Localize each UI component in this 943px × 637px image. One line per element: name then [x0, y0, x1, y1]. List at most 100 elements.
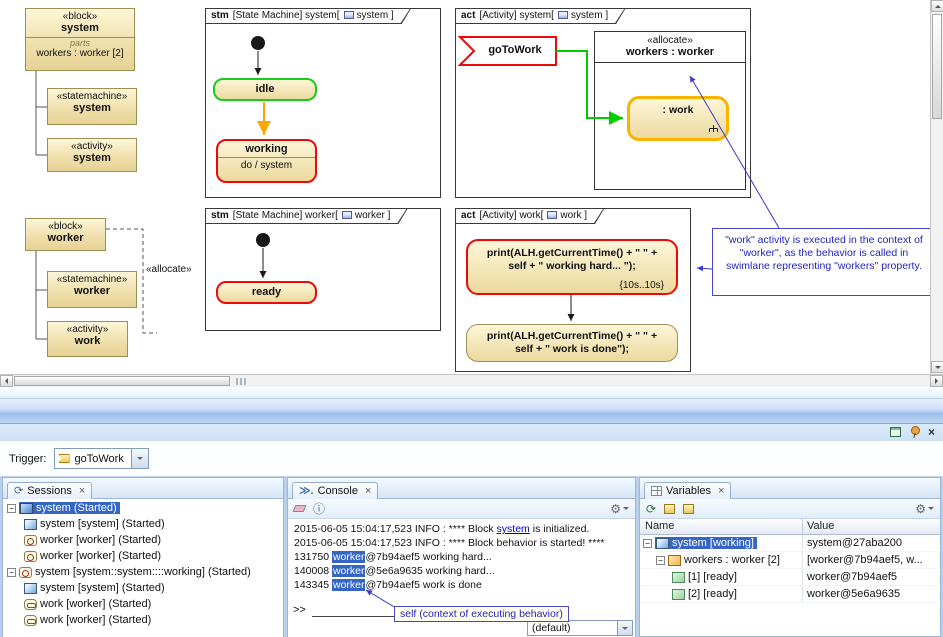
swimlane-header: «allocate» workers : worker [595, 32, 745, 63]
comment-note[interactable]: "work" activity is executed in the conte… [712, 228, 936, 296]
close-tab-icon[interactable]: × [79, 486, 85, 496]
trigger-row: Trigger: goToWork [0, 441, 943, 477]
canvas-vertical-scrollbar[interactable] [930, 0, 943, 374]
allocate-dependency-label: «allocate» [146, 264, 192, 275]
state-idle[interactable]: idle [213, 78, 317, 101]
session-item[interactable]: system (Started) [3, 500, 283, 516]
simulation-pane-header [0, 399, 943, 424]
console-icon: ≫. [299, 486, 314, 496]
session-item[interactable]: work [worker] (Started) [3, 612, 283, 628]
tree-expander[interactable] [7, 504, 16, 513]
refresh-icon[interactable]: ⟳ [646, 503, 656, 515]
import-icon[interactable] [683, 504, 694, 514]
column-name[interactable]: Name [640, 519, 803, 534]
up-arrow-icon [935, 2, 941, 8]
tab-console[interactable]: ≫. Console × [292, 482, 378, 499]
right-arrow-icon [935, 378, 941, 384]
variable-row[interactable]: workers : worker [2] [worker@7b94aef5, w… [640, 552, 940, 569]
stm-system-frame-tab: stm[State Machine] system[system ] [206, 9, 411, 24]
session-item[interactable]: system [system::system::::working] (Star… [3, 564, 283, 580]
scroll-up-button[interactable] [931, 0, 943, 12]
chevron-down-icon [928, 507, 934, 513]
column-value[interactable]: Value [803, 519, 940, 534]
pin-icon[interactable] [909, 426, 920, 438]
block-system-shape[interactable]: «block» system parts workers : worker [2… [25, 8, 135, 71]
activity-system-shape[interactable]: «activity» system [47, 138, 137, 172]
engine-dropdown-button[interactable] [617, 621, 632, 635]
parts-compartment: parts workers : worker [2] [26, 37, 134, 59]
log-line: 143345 worker@7b94aef5 work is done [294, 578, 629, 592]
self-tooltip: self (context of executing behavior) [394, 606, 569, 622]
prompt-label: >> [293, 604, 306, 616]
splitter-grip[interactable] [236, 378, 246, 385]
tree-expander[interactable] [656, 556, 665, 565]
variable-row[interactable]: [1] [ready] worker@7b94aef5 [640, 569, 940, 586]
info-icon[interactable]: ⓘ [313, 503, 325, 515]
accept-event-gotowork[interactable]: goToWork [474, 44, 556, 56]
chevron-down-icon [622, 627, 628, 633]
session-item[interactable]: work [worker] (Started) [3, 596, 283, 612]
tree-expander[interactable] [643, 539, 652, 548]
trigger-dropdown-button[interactable] [131, 449, 148, 468]
variable-row[interactable]: system [working] system@27aba200 [640, 535, 940, 552]
rake-icon [708, 124, 719, 133]
statemachine-icon [24, 535, 37, 546]
block-system-name: system [26, 22, 134, 34]
instance-icon [672, 589, 685, 600]
console-menu-button[interactable]: ⚙ [610, 503, 629, 515]
statemachine-diagram-icon [344, 11, 354, 19]
selected-text: worker [332, 551, 366, 563]
action-print-working[interactable]: print(ALH.getCurrentTime() + " " + self … [466, 239, 678, 295]
scroll-down-button[interactable] [931, 361, 943, 373]
sessions-panel: ⟳ Sessions × system (Started) system [sy… [2, 477, 284, 637]
session-item[interactable]: worker [worker] (Started) [3, 532, 283, 548]
canvas-horizontal-scrollbar[interactable] [0, 374, 943, 387]
trigger-label: Trigger: [9, 453, 47, 465]
block-worker-shape[interactable]: «block» worker [25, 218, 106, 251]
statemachine-system-shape[interactable]: «statemachine» system [47, 88, 137, 125]
close-icon[interactable]: × [928, 427, 935, 437]
monitor-icon [24, 583, 37, 594]
vscroll-thumb[interactable] [932, 14, 942, 119]
close-tab-icon[interactable]: × [365, 486, 371, 496]
variables-menu-button[interactable]: ⚙ [915, 503, 934, 515]
session-item[interactable]: worker [worker] (Started) [3, 548, 283, 564]
session-item[interactable]: system [system] (Started) [3, 516, 283, 532]
variable-row[interactable]: [2] [ready] worker@5e6a9635 [640, 586, 940, 603]
element-hyperlink[interactable]: system [497, 523, 530, 535]
log-line: 140008 worker@5e6a9635 working hard... [294, 564, 629, 578]
restore-window-icon[interactable] [890, 427, 901, 437]
session-item[interactable]: system [system] (Started) [3, 580, 283, 596]
scroll-right-button[interactable] [930, 375, 943, 387]
state-working[interactable]: working do / system [216, 139, 317, 183]
state-ready[interactable]: ready [216, 281, 317, 304]
splitter-bar[interactable] [0, 387, 943, 399]
hscroll-thumb[interactable] [14, 376, 230, 386]
trigger-combobox[interactable]: goToWork [54, 448, 149, 469]
stm-worker-frame[interactable]: stm[State Machine] worker[worker ] [205, 208, 441, 331]
statemachine-worker-shape[interactable]: «statemachine» worker [47, 271, 137, 308]
close-tab-icon[interactable]: × [718, 486, 724, 496]
duration-constraint: {10s..10s} [620, 280, 664, 291]
sessions-tabbar: ⟳ Sessions × [3, 478, 283, 499]
tab-sessions[interactable]: ⟳ Sessions × [7, 482, 92, 499]
block-system-stereotype: «block» [26, 9, 134, 22]
export-icon[interactable] [664, 504, 675, 514]
chevron-down-icon [137, 457, 143, 463]
tab-variables[interactable]: Variables × [644, 482, 731, 499]
call-behavior-action-work[interactable]: : work [627, 96, 729, 141]
chevron-down-icon [623, 507, 629, 513]
computer-icon [20, 503, 33, 514]
tree-expander[interactable] [7, 568, 16, 577]
simulation-window: «block» system parts workers : worker [2… [0, 0, 943, 637]
part-icon [668, 555, 681, 566]
act-system-frame-tab: act[Activity] system[system ] [456, 9, 625, 24]
activity-work-shape[interactable]: «activity» work [47, 321, 128, 357]
scroll-left-button[interactable] [0, 375, 13, 387]
diagram-canvas[interactable]: «block» system parts workers : worker [2… [0, 0, 943, 374]
action-print-done[interactable]: print(ALH.getCurrentTime() + " " + self … [466, 324, 678, 362]
simulation-pane-subheader: × [0, 424, 943, 441]
activity-diagram-icon [558, 11, 568, 19]
script-engine-select[interactable]: (default) [527, 620, 633, 636]
clear-console-icon[interactable] [293, 505, 307, 512]
